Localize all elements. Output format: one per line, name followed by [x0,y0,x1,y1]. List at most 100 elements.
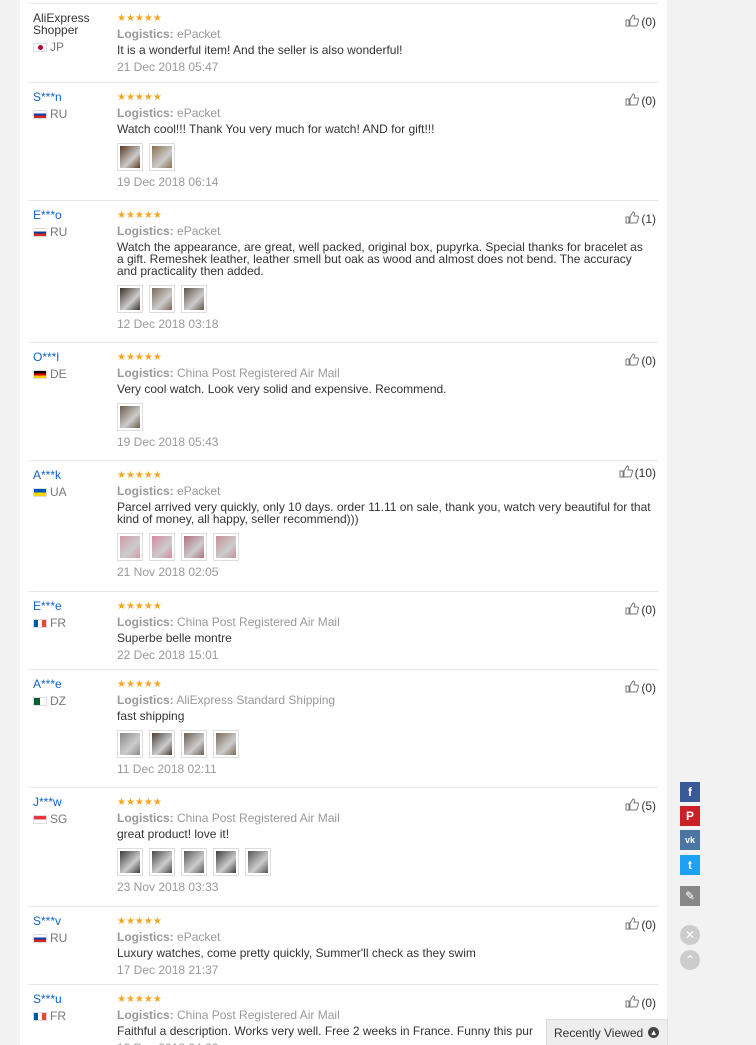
helpful-button[interactable]: (10) [619,465,656,481]
thumbs-up-icon [625,211,640,227]
logistics-label: Logistics: [117,693,174,707]
country-flag-icon [33,42,47,52]
reviewer-name[interactable]: S***u [33,993,113,1005]
country-code: RU [50,225,68,239]
logistics-method: ePacket [177,27,221,41]
logistics-method: China Post Registered Air Mail [177,811,340,825]
reviewer-name[interactable]: J***w [33,796,113,808]
country-code: DE [50,367,67,381]
logistics-label: Logistics: [117,484,174,498]
reviewer-name[interactable]: S***v [33,915,113,927]
star-rating: ★★★★★ [117,13,162,24]
review-photo-thumbnail[interactable] [181,848,207,876]
review-item: E***e FR ★★★★★ Logistics: China Post Regist… [28,591,659,669]
reviewer-name[interactable]: A***e [33,678,113,690]
review-photo-thumbnail[interactable] [213,533,239,561]
scroll-top-icon[interactable]: ⌃ [680,950,700,970]
reviewer-name[interactable]: A***k [33,469,113,481]
reviewer-name[interactable]: E***e [33,600,113,612]
helpful-button[interactable]: (0) [625,14,656,30]
logistics-label: Logistics: [117,366,174,380]
review-item: J***w SG ★★★★★ Logistics: China Post Regist… [28,787,659,906]
edit-icon[interactable]: ✎ [680,886,700,906]
logistics-info: Logistics: AliExpress Standard Shipping [117,693,659,707]
review-photo-thumbnail[interactable] [117,730,143,758]
review-photo-thumbnail[interactable] [149,533,175,561]
review-item: S***n RU ★★★★★ Logistics: ePacket Watch cool… [28,82,659,200]
helpful-button[interactable]: (0) [625,353,656,369]
recently-viewed-bar[interactable]: Recently Viewed ▲ [546,1019,668,1045]
helpful-button[interactable]: (0) [625,93,656,109]
reviewer-country: DE [33,367,113,381]
logistics-label: Logistics: [117,106,174,120]
star-rating: ★★★★★ [117,994,162,1005]
review-photo-thumbnail[interactable] [117,143,143,171]
review-photo-thumbnail[interactable] [149,285,175,313]
star-rating: ★★★★★ [117,797,162,808]
review-text: It is a wonderful item! And the seller i… [117,43,403,57]
review-photo-thumbnail[interactable] [149,848,175,876]
close-icon[interactable]: ✕ [680,925,700,945]
review-text: Parcel arrived very quickly, only 10 day… [117,500,651,526]
helpful-button[interactable]: (1) [625,211,656,227]
helpful-count: (0) [641,996,656,1010]
reviewer-name[interactable]: S***n [33,91,113,103]
thumbs-up-icon [625,602,640,618]
pinterest-share-icon[interactable]: P [680,806,700,826]
star-rating: ★★★★★ [117,92,162,103]
review-photo-thumbnail[interactable] [149,730,175,758]
review-text: great product! love it! [117,827,230,841]
reviewer-name[interactable]: E***o [33,209,113,221]
review-item: E***o RU ★★★★★ Logistics: ePacket Watch the … [28,200,659,342]
logistics-method: ePacket [177,930,221,944]
facebook-share-icon[interactable]: f [680,782,700,802]
review-photo-thumbnail[interactable] [117,533,143,561]
logistics-label: Logistics: [117,615,174,629]
thumbs-up-icon [625,93,640,109]
logistics-info: Logistics: China Post Registered Air Mai… [117,615,659,629]
review-photo-thumbnail[interactable] [117,403,143,431]
helpful-button[interactable]: (0) [625,917,656,933]
helpful-count: (10) [634,466,656,480]
review-photo-thumbnail[interactable] [117,848,143,876]
logistics-info: Logistics: ePacket [117,484,659,498]
country-flag-icon [33,814,47,824]
review-item: A***e DZ ★★★★★ Logistics: AliExpress Standa… [28,669,659,787]
review-photo-thumbnail[interactable] [181,730,207,758]
review-photo-thumbnail[interactable] [245,848,271,876]
logistics-label: Logistics: [117,224,174,238]
country-code: SG [50,812,68,826]
helpful-count: (0) [641,94,656,108]
review-content: ★★★★★ Logistics: ePacket Watch the appeara… [117,211,659,331]
thumbs-up-icon [625,680,640,696]
twitter-share-icon[interactable]: t [680,855,700,875]
review-date: 21 Dec 2018 05:47 [117,60,219,74]
review-photo-thumbnail[interactable] [213,730,239,758]
reviewer-country: RU [33,931,113,945]
review-photo-thumbnail[interactable] [149,143,175,171]
review-item: O***l DE ★★★★★ Logistics: China Post Regist… [28,342,659,460]
reviewer-name[interactable]: O***l [33,351,113,363]
review-photo-thumbnail[interactable] [181,285,207,313]
review-photos [117,143,659,171]
helpful-button[interactable]: (5) [625,798,656,814]
review-photo-thumbnail[interactable] [181,533,207,561]
reviewer-info: S***n RU [33,91,113,121]
reviewer-country: SG [33,812,113,826]
reviewer-info: S***u FR [33,993,113,1023]
review-photo-thumbnail[interactable] [117,285,143,313]
review-content: ★★★★★ Logistics: ePacket Watch cool!!! Tha… [117,93,659,189]
country-flag-icon [33,227,47,237]
country-flag-icon [33,696,47,706]
review-photo-thumbnail[interactable] [213,848,239,876]
vk-share-icon[interactable]: vk [680,830,700,850]
logistics-label: Logistics: [117,811,174,825]
star-rating: ★★★★★ [117,601,162,612]
helpful-button[interactable]: (0) [625,680,656,696]
helpful-count: (0) [641,603,656,617]
review-content: ★★★★★ Logistics: ePacket Luxury watches, c… [117,917,659,978]
logistics-method: ePacket [177,224,221,238]
country-code: FR [50,616,66,630]
helpful-button[interactable]: (0) [625,995,656,1011]
helpful-button[interactable]: (0) [625,602,656,618]
